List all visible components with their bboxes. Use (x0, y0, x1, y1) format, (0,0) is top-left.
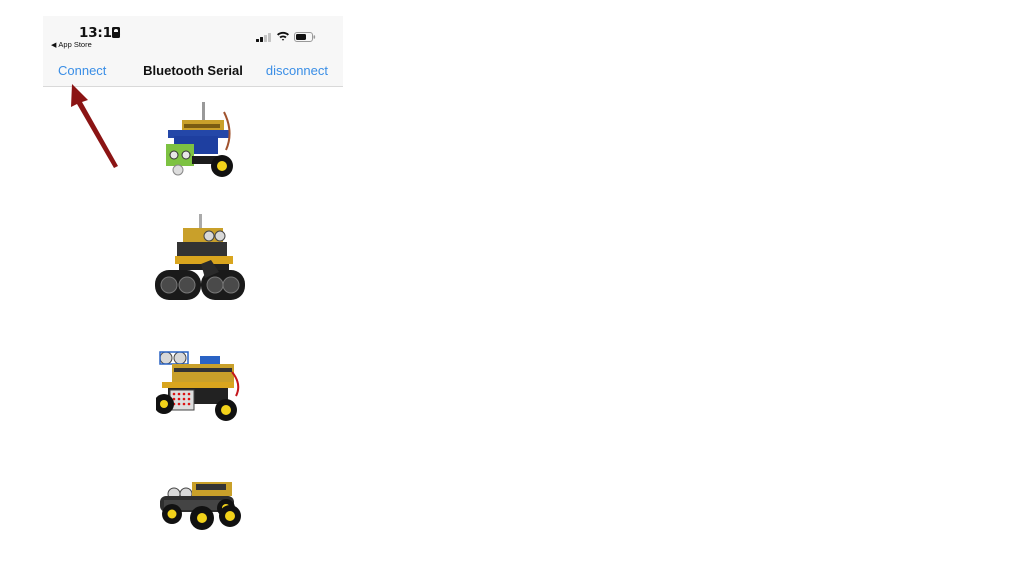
back-to-app-store-link[interactable]: ◀ App Store (51, 40, 92, 49)
disconnect-button[interactable]: disconnect (266, 63, 328, 78)
back-link-label: App Store (58, 40, 92, 49)
wifi-icon (277, 31, 289, 41)
back-arrow-icon: ◀ (51, 41, 57, 49)
cellular-signal-icon (256, 32, 272, 42)
status-bar: 13:13 ◀ App Store (43, 16, 343, 56)
annotation-arrow-icon (71, 84, 118, 168)
robot-car-image-1[interactable] (162, 100, 238, 184)
battery-icon (294, 32, 316, 42)
robot-car-4wd-image[interactable] (156, 472, 242, 536)
robot-car-image-3[interactable] (156, 338, 242, 424)
tank-robot-image[interactable] (153, 212, 247, 304)
connect-button[interactable]: Connect (58, 63, 106, 78)
id-card-icon (112, 27, 120, 38)
